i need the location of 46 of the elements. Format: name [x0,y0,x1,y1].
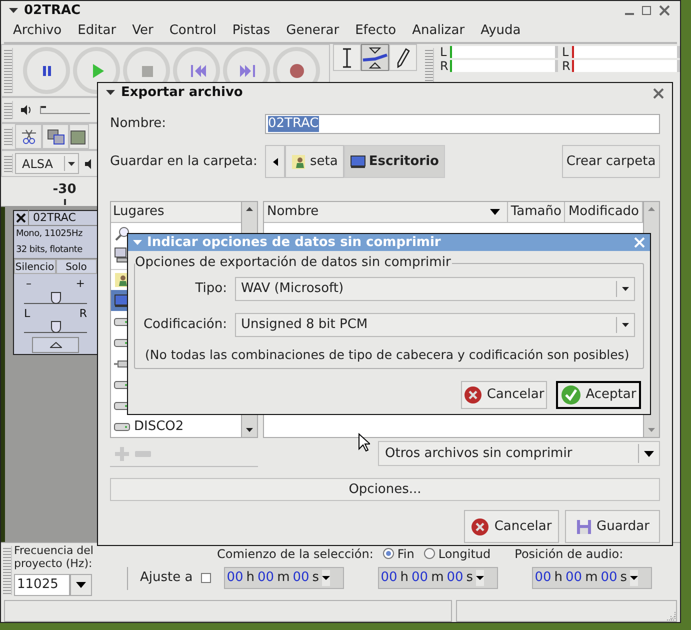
radio-label: Fin [397,546,414,562]
time-value: 00 [380,569,398,588]
place-label: DISCO2 [134,420,184,434]
channel-label: R [440,60,450,72]
time-value: 00 [600,569,618,588]
dialog-title: Indicar opciones de datos sin comprimir [147,234,441,252]
time-unit: h [246,569,255,588]
group-title: Opciones de exportación de datos sin comprimir [135,255,452,271]
time-value: 00 [534,569,552,588]
channel-label: L [562,46,570,58]
time-unit: m [277,569,290,588]
pan-label: L [24,308,30,321]
time-value: 00 [292,569,310,588]
time-value: 00 [226,569,244,588]
time-unit: m [431,569,444,588]
ruler-label: -30 [52,183,76,196]
pan-label: R [79,308,87,321]
time-unit: s [312,569,320,588]
track-info: 32 bits, flotante [15,244,84,257]
time-unit: s [620,569,628,588]
field-label: Tipo: [194,280,227,298]
time-unit: s [466,569,474,588]
channel-label: L [440,46,448,58]
project-rate-label: Frecuencia del proyecto (Hz): [14,543,94,570]
selection-start-label: Comienzo de la selección: [217,546,374,562]
channel-label: R [562,60,572,72]
radio-label: Longitud [438,546,491,562]
time-value: 00 [412,569,428,588]
time-unit: h [554,569,563,588]
field-label: Codificación: [142,316,227,334]
gain-label: – [26,278,32,292]
time-unit: h [400,569,409,588]
time-value: 00 [566,569,582,588]
name-label: Nombre: [110,114,168,133]
selected-text: 02TRAC [268,116,319,132]
window-title: 02TRAC [24,2,81,20]
time-unit: m [585,569,598,588]
snap-label: Ajuste a [140,569,193,588]
audio-position-label: Posición de audio: [514,546,624,562]
track-info: Mono, 11025Hz [15,228,84,241]
gain-label: + [76,278,85,292]
dialog-title: Exportar archivo [121,84,243,102]
time-value: 00 [258,569,274,588]
time-value: 00 [446,569,464,588]
compatibility-note: (No todas las combinaciones de tipo de cabecera y codificación son posibles) [145,346,630,364]
folder-label: Guardar en la carpeta: [110,152,258,171]
